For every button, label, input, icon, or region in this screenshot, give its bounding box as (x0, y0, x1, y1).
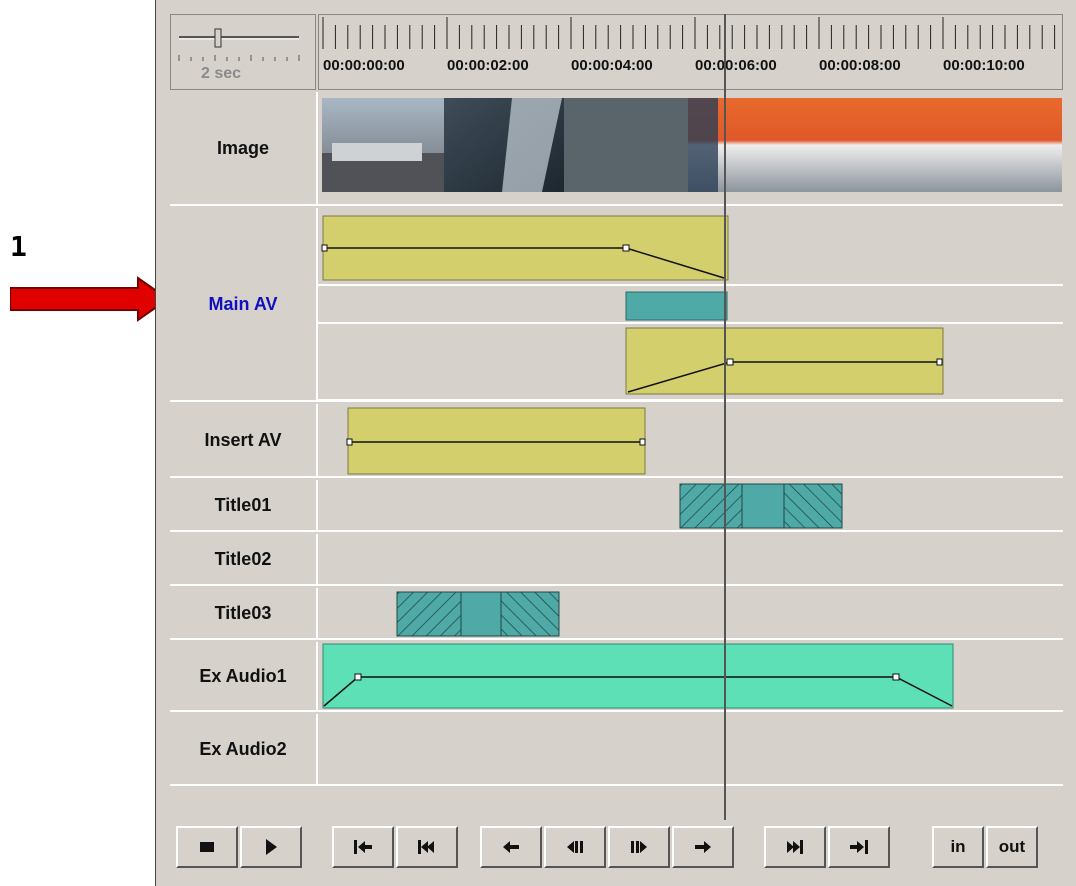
main-av-lane (318, 208, 1063, 402)
arrow-left-icon (503, 841, 519, 853)
track-label-text: Main AV (208, 293, 278, 314)
track-label-title02[interactable]: Title02 (170, 534, 318, 586)
timecode-ruler[interactable]: 00:00:00:00 00:00:02:00 00:00:04:00 00:0… (318, 14, 1063, 90)
ruler-ticks (322, 17, 1056, 49)
frame-back-icon (567, 841, 583, 853)
ex-audio1-lane (318, 642, 1063, 712)
arrow-right-icon (695, 841, 711, 853)
track-label-main-av[interactable]: Main AV (170, 208, 318, 402)
track-label-ex-audio1[interactable]: Ex Audio1 (170, 642, 318, 712)
zoom-label: 2 sec (201, 65, 242, 82)
go-to-end-icon (850, 840, 868, 854)
video-clip (625, 327, 944, 395)
previous-edit-icon (418, 840, 434, 854)
track-label-insert-av[interactable]: Insert AV (170, 404, 318, 478)
timeline-window: 2 sec 00:00:00:00 00:00:02:00 00:00:04:0… (155, 0, 1076, 886)
step-forward-button[interactable] (672, 826, 734, 868)
zoom-slider[interactable] (171, 15, 317, 91)
track-label-ex-audio2[interactable]: Ex Audio2 (170, 714, 318, 786)
title03-clips[interactable] (318, 588, 1063, 640)
go-to-start-icon (354, 840, 372, 854)
timecode-label: 00:00:00:00 (323, 57, 405, 74)
mark-out-button[interactable]: out (986, 826, 1038, 868)
play-icon (266, 839, 277, 855)
timecode-label: 00:00:10:00 (943, 57, 1025, 74)
ex-audio1-clips[interactable] (318, 642, 1063, 712)
next-edit-button[interactable] (764, 826, 826, 868)
frame-forward-icon (631, 841, 647, 853)
zoom-control[interactable]: 2 sec (170, 14, 316, 90)
title01-clips[interactable] (318, 480, 1063, 532)
main-av-clips[interactable] (318, 208, 1063, 402)
stop-icon (200, 842, 214, 852)
callout-arrow (10, 276, 170, 322)
next-edit-icon (787, 840, 803, 854)
transition-clip (625, 291, 728, 321)
thumbnail-strip[interactable] (322, 98, 1062, 192)
title02-lane (318, 534, 1063, 586)
step-back-button[interactable] (480, 826, 542, 868)
callout-number: 1 (10, 230, 27, 263)
timecode-label: 00:00:08:00 (819, 57, 901, 74)
track-label-title01[interactable]: Title01 (170, 480, 318, 532)
mark-in-button[interactable]: in (932, 826, 984, 868)
go-to-end-button[interactable] (828, 826, 890, 868)
timecode-label: 00:00:02:00 (447, 57, 529, 74)
go-to-start-button[interactable] (332, 826, 394, 868)
insert-av-clips[interactable] (318, 404, 1063, 478)
audio-clip (322, 643, 954, 709)
video-clip (347, 407, 646, 475)
track-label-image[interactable]: Image (170, 92, 318, 206)
timecode-label: 00:00:04:00 (571, 57, 653, 74)
track-label-title03[interactable]: Title03 (170, 588, 318, 640)
image-track-lane (318, 92, 1063, 206)
prev-edit-button[interactable] (396, 826, 458, 868)
stop-button[interactable] (176, 826, 238, 868)
timecode-label: 00:00:06:00 (695, 57, 777, 74)
ex-audio2-lane (318, 714, 1063, 786)
insert-av-lane (318, 404, 1063, 478)
zoom-slider-thumb (214, 28, 222, 48)
frame-back-button[interactable] (544, 826, 606, 868)
title03-lane (318, 588, 1063, 640)
frame-forward-button[interactable] (608, 826, 670, 868)
title01-lane (318, 480, 1063, 532)
play-button[interactable] (240, 826, 302, 868)
playhead[interactable] (724, 14, 726, 820)
